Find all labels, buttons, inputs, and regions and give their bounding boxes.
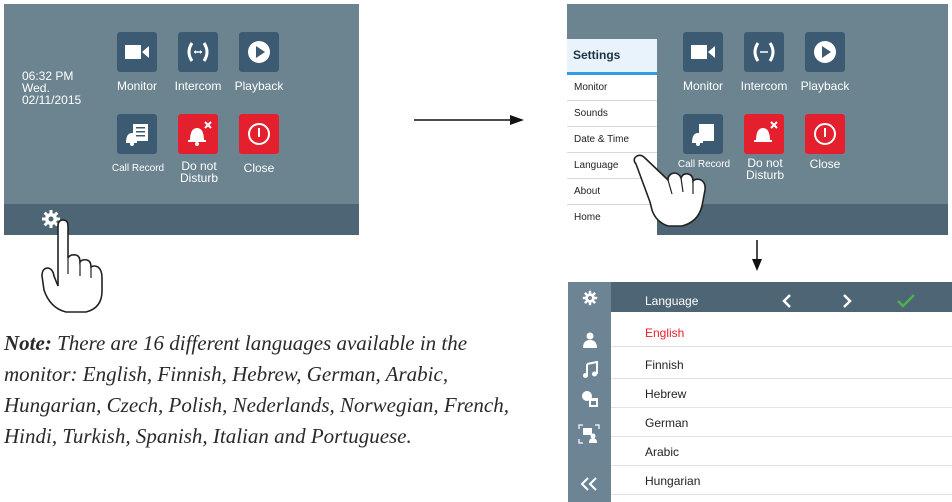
monitor-camera-icon xyxy=(691,45,715,59)
close-power-icon xyxy=(814,123,836,145)
close-power-icon xyxy=(248,123,270,145)
language-title: Language xyxy=(645,294,699,308)
call-record-icon xyxy=(126,124,148,146)
date-time-icon[interactable] xyxy=(581,390,599,408)
intercom-button[interactable] xyxy=(178,32,218,72)
playback-label-2: Playback xyxy=(800,79,850,93)
language-name: Finnish xyxy=(645,358,684,372)
language-name: Hungarian xyxy=(645,474,701,488)
intercom-label-2: Intercom xyxy=(740,79,788,93)
close-button-2[interactable] xyxy=(805,114,845,154)
intercom-icon xyxy=(187,42,209,62)
intercom-icon xyxy=(753,42,775,62)
monitor-button-2[interactable] xyxy=(683,32,723,72)
checkmark-icon[interactable] xyxy=(897,294,915,308)
language-row-german[interactable]: German xyxy=(611,411,952,437)
intercom-button-2[interactable] xyxy=(744,32,784,72)
arrow-right-icon xyxy=(414,115,524,125)
language-row-hebrew[interactable]: Hebrew xyxy=(611,382,952,408)
do-not-disturb-button[interactable] xyxy=(178,114,218,154)
playback-icon xyxy=(814,41,836,63)
language-row-hungarian[interactable]: Hungarian xyxy=(611,469,952,495)
tap-hand-icon-2 xyxy=(633,154,706,227)
close-button[interactable] xyxy=(239,114,279,154)
settings-sidebar xyxy=(568,282,611,502)
call-record-button[interactable] xyxy=(117,114,157,154)
do-not-disturb-button-2[interactable] xyxy=(744,114,784,154)
note-text: There are 16 different languages availab… xyxy=(4,331,509,448)
note-paragraph: Note: There are 16 different languages a… xyxy=(4,328,544,452)
chevron-right-icon[interactable] xyxy=(841,293,853,309)
do-not-disturb-icon xyxy=(188,121,212,146)
language-screen: Language English Finnish Hebrew German A… xyxy=(568,282,952,502)
settings-screen: Monitor Intercom Playback Call Record Do… xyxy=(567,4,948,235)
chevron-left-icon[interactable] xyxy=(781,293,793,309)
monitor-label-2: Monitor xyxy=(682,79,723,93)
call-record-button-2[interactable] xyxy=(683,114,723,154)
playback-label: Playback xyxy=(234,79,284,93)
arrow-down-icon xyxy=(752,240,762,271)
clock-date: 02/11/2015 xyxy=(22,93,82,107)
call-record-icon xyxy=(692,124,714,146)
clock: 06:32 PM Wed. 02/11/2015 xyxy=(22,70,81,106)
monitor-camera-icon xyxy=(125,45,149,59)
language-name: Arabic xyxy=(645,445,680,459)
playback-icon xyxy=(248,41,270,63)
back-double-chevron-icon[interactable] xyxy=(580,477,598,491)
note-label: Note: xyxy=(4,331,52,355)
language-name: German xyxy=(645,416,689,430)
playback-button-2[interactable] xyxy=(805,32,845,72)
user-icon[interactable] xyxy=(582,332,598,348)
call-record-label: Call Record xyxy=(111,163,165,174)
gear-icon[interactable] xyxy=(582,290,598,306)
menu-item-monitor[interactable]: Monitor xyxy=(567,75,657,101)
playback-button[interactable] xyxy=(239,32,279,72)
do-not-disturb-label-2: Do not Disturb xyxy=(745,156,784,182)
language-row-finnish[interactable]: Finnish xyxy=(611,353,952,379)
language-row-english[interactable]: English xyxy=(611,321,952,347)
language-icon[interactable] xyxy=(578,424,600,444)
home-screen: 06:32 PM Wed. 02/11/2015 Monitor Interco… xyxy=(4,4,359,235)
language-name: Hebrew xyxy=(645,387,687,401)
monitor-button[interactable] xyxy=(117,32,157,72)
close-label-2: Close xyxy=(809,157,841,171)
monitor-label: Monitor xyxy=(116,79,157,93)
language-name: English xyxy=(645,326,685,340)
intercom-label: Intercom xyxy=(174,79,222,93)
menu-item-sounds[interactable]: Sounds xyxy=(567,101,657,127)
settings-menu-title: Settings xyxy=(567,39,657,75)
do-not-disturb-icon xyxy=(754,121,778,142)
tap-hand-icon xyxy=(41,219,103,313)
language-row-arabic[interactable]: Arabic xyxy=(611,440,952,466)
music-note-icon[interactable] xyxy=(582,361,598,379)
language-header: Language xyxy=(611,282,952,312)
do-not-disturb-label: Do not Disturb xyxy=(179,159,218,185)
close-label: Close xyxy=(243,161,275,175)
